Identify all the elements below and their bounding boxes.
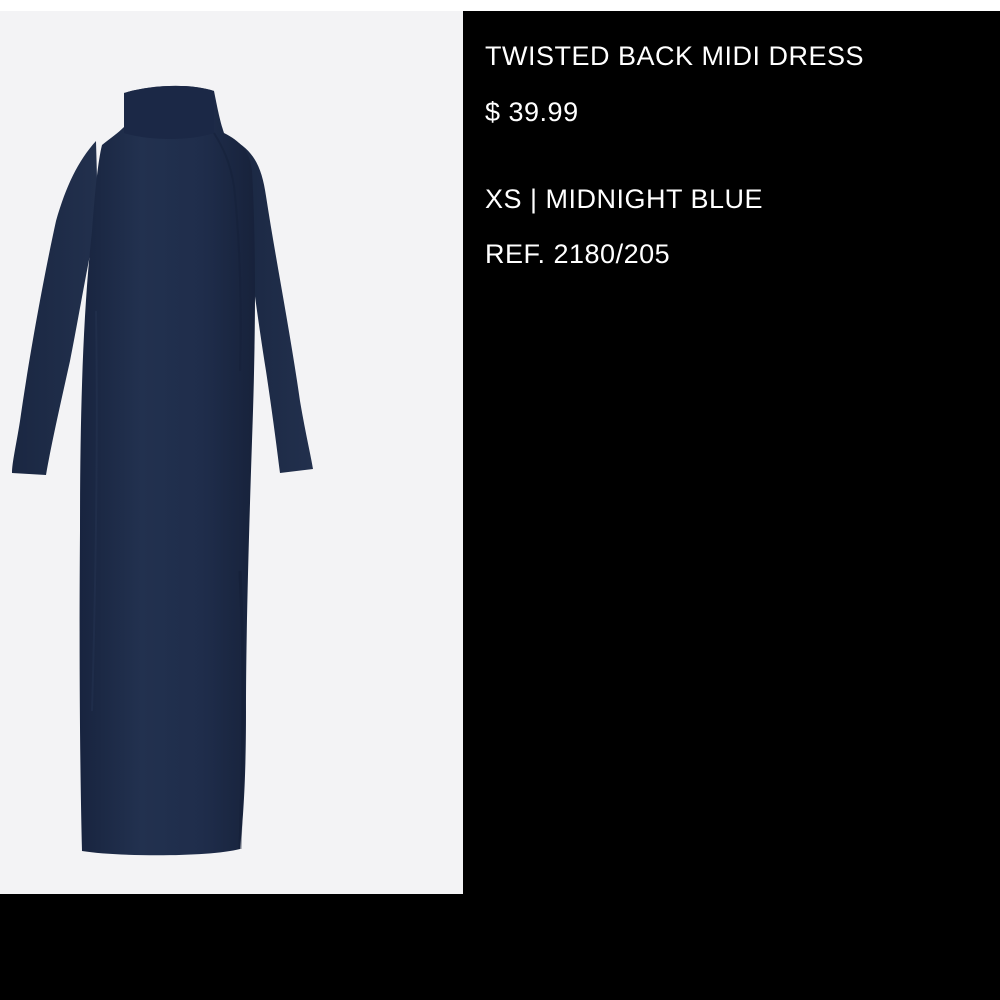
collar xyxy=(124,85,214,139)
product-info-panel: TWISTED BACK MIDI DRESS $ 39.99 XS | MID… xyxy=(463,11,1000,894)
product-price: $ 39.99 xyxy=(485,97,579,127)
dress-photo-icon xyxy=(12,85,313,856)
product-variant: XS | MIDNIGHT BLUE xyxy=(485,184,764,214)
product-screen: TWISTED BACK MIDI DRESS $ 39.99 XS | MID… xyxy=(0,0,1000,1000)
bottom-bar xyxy=(0,894,1000,1000)
product-title: TWISTED BACK MIDI DRESS xyxy=(485,41,865,71)
product-reference: REF. 2180/205 xyxy=(485,239,671,269)
product-image[interactable] xyxy=(0,11,463,894)
top-strip xyxy=(0,0,1000,11)
dress-body xyxy=(79,85,255,856)
